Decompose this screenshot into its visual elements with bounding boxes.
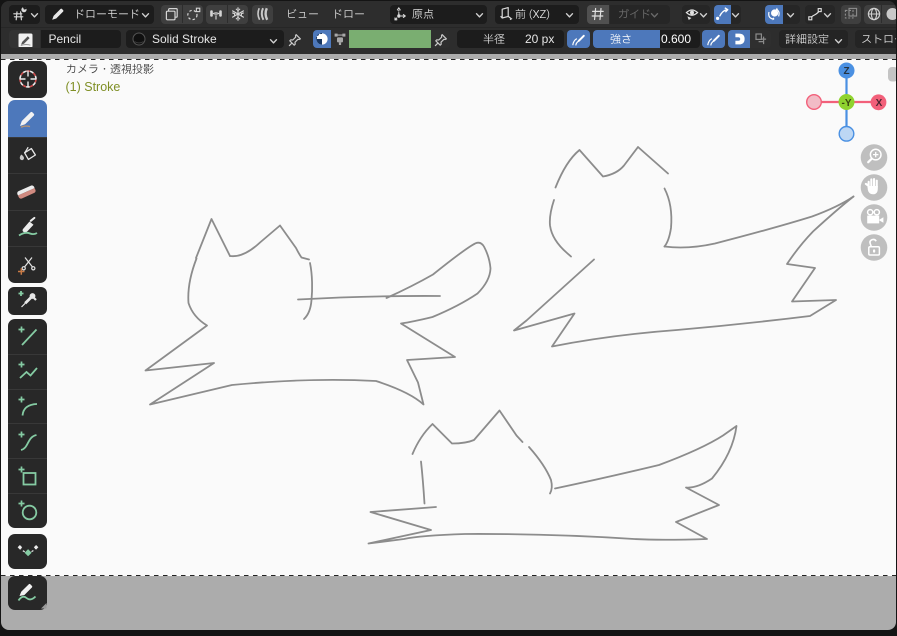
svg-text:Z: Z <box>843 66 849 77</box>
svg-text:-Y: -Y <box>842 98 852 109</box>
svg-text:X: X <box>876 98 883 109</box>
